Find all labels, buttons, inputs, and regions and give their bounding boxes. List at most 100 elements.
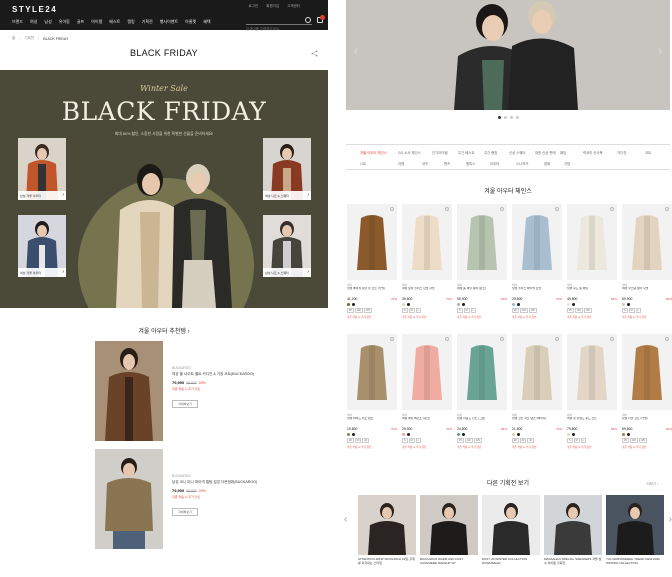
product-card[interactable]: 제이 여성 울 블렌드 후드 코트 79,800 65% SML 쿠폰 적용 시 …: [567, 334, 617, 449]
tab-item[interactable]: 가디건: [617, 150, 626, 155]
size-chip[interactable]: L: [635, 308, 641, 313]
color-swatch[interactable]: [407, 433, 410, 436]
detail-button[interactable]: 자세히보기: [172, 400, 198, 409]
nav-item[interactable]: 행사이벤트: [160, 19, 178, 25]
color-swatch[interactable]: [622, 433, 625, 436]
size-chip[interactable]: 28: [347, 438, 354, 443]
size-chip[interactable]: 95: [512, 308, 519, 313]
tab-item[interactable]: 팬츠: [444, 161, 450, 166]
tab-item[interactable]: 겨울 아우터 체인스: [360, 150, 387, 155]
tab-item[interactable]: 주간 베스트: [458, 150, 475, 155]
size-chip[interactable]: M: [408, 438, 415, 443]
category-tile[interactable]: 여성 겨울 아우터: [18, 215, 66, 277]
color-swatch[interactable]: [572, 303, 575, 306]
search-icon[interactable]: [305, 17, 311, 23]
product-card[interactable]: 제이 여성 패딩 베스트 (핑크) 29,900 70% SML 쿠폰 적용 시 …: [402, 334, 452, 449]
slider-dot[interactable]: [510, 116, 513, 119]
size-chip[interactable]: 105: [363, 308, 372, 313]
color-swatch[interactable]: [457, 303, 460, 306]
color-swatch[interactable]: [512, 433, 515, 436]
color-swatch[interactable]: [352, 303, 355, 306]
nav-item[interactable]: 아이템: [91, 19, 102, 25]
size-chip[interactable]: 100: [464, 438, 473, 443]
breadcrumb-item[interactable]: 기획전: [24, 36, 34, 41]
category-tile[interactable]: 여성 니트 & 스웨터: [263, 138, 311, 200]
size-chip[interactable]: S: [457, 308, 463, 313]
product-name[interactable]: 남성 후드 숏 패딩: [567, 287, 617, 295]
size-chip[interactable]: 95: [457, 438, 464, 443]
nav-item[interactable]: 기획전: [142, 19, 153, 25]
product-card[interactable]: 제이 여성 숏 패딩 점퍼 (민트) 59,900 60% SML 쿠폰 적용 시…: [457, 204, 507, 319]
color-swatch[interactable]: [462, 303, 465, 306]
tab-item[interactable]: 럭셔리 신사복: [583, 150, 603, 155]
wishlist-heart-icon[interactable]: [555, 207, 559, 211]
recommend-section-title[interactable]: 겨울 아우터 추천템 ›: [0, 326, 328, 335]
tab-item[interactable]: 대한 신상 판매: [535, 150, 556, 155]
product-image[interactable]: [567, 334, 617, 410]
event-image[interactable]: [606, 495, 664, 555]
slider-prev-arrow[interactable]: ‹: [354, 44, 358, 58]
size-chip[interactable]: 95: [347, 308, 354, 313]
product-card[interactable]: 제이 남성 플리스 하이넥 집업 29,800 70% 95 100 105 쿠폰 적…: [512, 204, 562, 319]
color-swatch[interactable]: [457, 433, 460, 436]
tab-item[interactable]: GO 소사 체인스: [398, 150, 421, 155]
tab-item[interactable]: 패딩: [560, 150, 566, 155]
tab-item[interactable]: 셔츠: [422, 161, 428, 166]
size-chip[interactable]: M: [628, 308, 635, 313]
color-swatch[interactable]: [402, 433, 405, 436]
event-card[interactable]: ATTENTION 20FW WOOLRICH 12월, 추위를 이겨내는 스타…: [358, 495, 416, 569]
product-name[interactable]: 남성 라운드 니트 (그린): [457, 417, 507, 425]
color-swatch[interactable]: [622, 303, 625, 306]
event-image[interactable]: [420, 495, 478, 555]
nav-item[interactable]: 베스트: [109, 19, 120, 25]
product-image[interactable]: [457, 204, 507, 280]
wishlist-heart-icon[interactable]: [610, 207, 614, 211]
nav-item[interactable]: 혜택: [203, 19, 210, 25]
size-chip[interactable]: M: [408, 308, 415, 313]
size-chip[interactable]: M: [573, 438, 580, 443]
share-icon[interactable]: [311, 50, 318, 57]
size-chip[interactable]: 28: [512, 438, 519, 443]
nav-item[interactable]: 아울렛: [185, 19, 196, 25]
detail-button[interactable]: 자세히보기: [172, 508, 198, 517]
site-logo[interactable]: STYLE24: [12, 5, 57, 14]
nav-item[interactable]: 랭킹: [127, 19, 134, 25]
tab-item[interactable]: 신상 스웨터: [509, 150, 526, 155]
size-chip[interactable]: S: [402, 438, 408, 443]
color-swatch[interactable]: [512, 303, 515, 306]
tab-item[interactable]: 인기아이템: [432, 150, 448, 155]
tab-item[interactable]: 자켓: [398, 161, 404, 166]
product-card[interactable]: 제이 남성 베이직 싱글 울 코트 (카멜) 41,200 75% 95 100 10…: [347, 204, 397, 319]
recommend-product-image[interactable]: [95, 449, 163, 549]
recommend-product-image[interactable]: [95, 341, 163, 441]
nav-item[interactable]: 브랜드: [12, 19, 23, 25]
size-chip[interactable]: 95: [622, 438, 629, 443]
product-name[interactable]: 남성 와이드 치노 팬츠: [347, 417, 397, 425]
wishlist-heart-icon[interactable]: [445, 207, 449, 211]
event-card[interactable]: MASSAHAN SPECIAL SNEAKERS 겨울 필수 아이템 기획전: [544, 495, 602, 569]
product-image[interactable]: [622, 204, 672, 280]
event-card[interactable]: DKNY 20 WINTER COLLECTION DOWNWEAR: [482, 495, 540, 569]
size-chip[interactable]: L: [470, 308, 476, 313]
size-chip[interactable]: 105: [638, 438, 647, 443]
event-image[interactable]: [358, 495, 416, 555]
color-swatch[interactable]: [567, 433, 570, 436]
size-chip[interactable]: 105: [528, 308, 537, 313]
tab-item[interactable]: 니트: [360, 161, 366, 166]
product-image[interactable]: [402, 334, 452, 410]
size-chip[interactable]: 100: [574, 308, 583, 313]
category-tile[interactable]: 남성 니트 & 스웨터: [263, 215, 311, 277]
tab-item[interactable]: 스니커즈: [516, 161, 528, 166]
tab-item[interactable]: 잡화: [544, 161, 550, 166]
nav-item[interactable]: 남성: [44, 19, 51, 25]
customer-center-link[interactable]: 고객센터: [287, 4, 300, 9]
size-chip[interactable]: 30: [519, 438, 527, 443]
size-chip[interactable]: 32: [362, 438, 370, 443]
signup-link[interactable]: 회원가입: [266, 4, 279, 9]
wishlist-heart-icon[interactable]: [500, 337, 504, 341]
size-chip[interactable]: S: [402, 308, 408, 313]
event-image[interactable]: [544, 495, 602, 555]
nav-item[interactable]: 여성: [30, 19, 37, 25]
nav-item[interactable]: 골프: [77, 19, 84, 25]
events-next-arrow[interactable]: ›: [669, 514, 672, 525]
